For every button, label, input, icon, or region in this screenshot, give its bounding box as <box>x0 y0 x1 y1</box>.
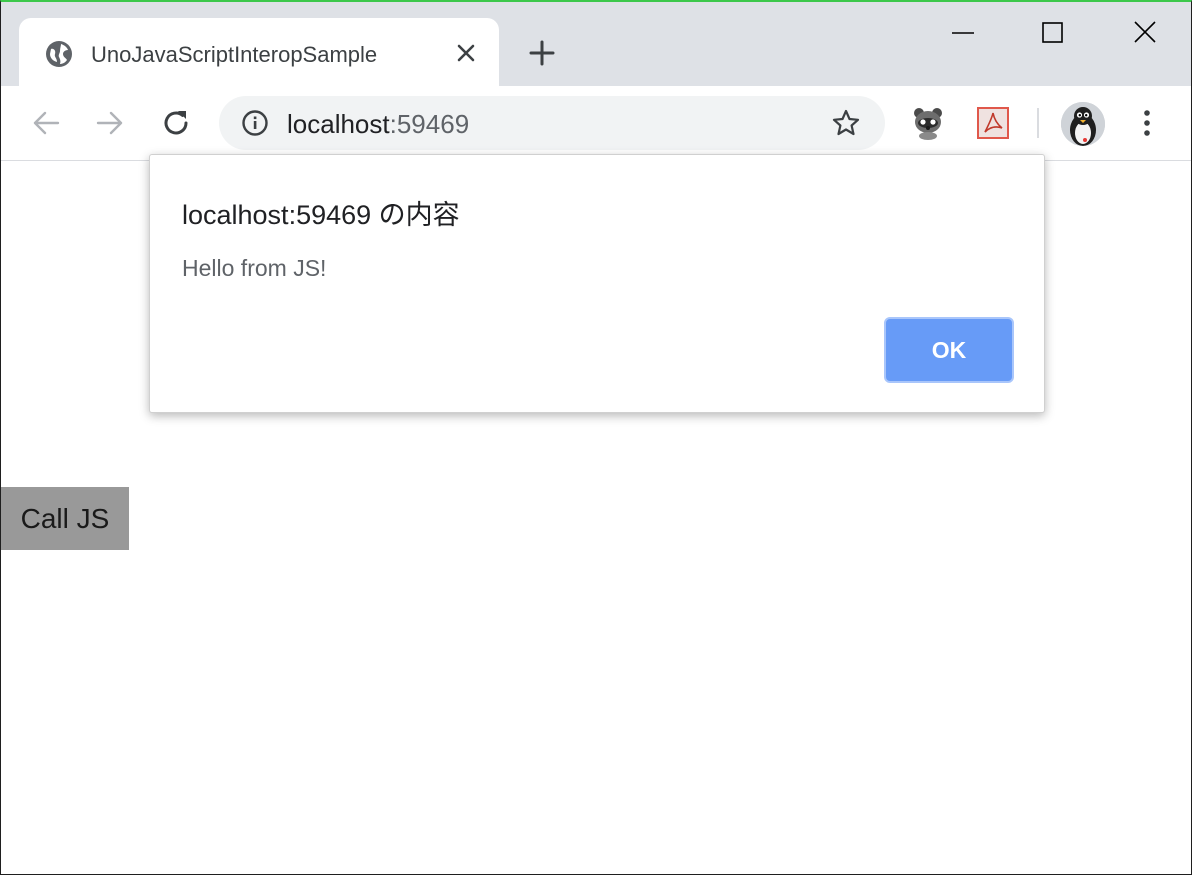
alert-dialog: localhost:59469 の内容 Hello from JS! OK <box>149 154 1045 413</box>
address-url[interactable]: localhost:59469 <box>287 109 469 140</box>
dialog-message: Hello from JS! <box>182 255 327 281</box>
globe-icon <box>45 40 73 68</box>
address-bar[interactable]: localhost:59469 <box>219 96 885 150</box>
back-arrow-icon[interactable] <box>31 108 61 138</box>
more-menu-icon[interactable] <box>1135 108 1159 138</box>
toolbar: localhost:59469 <box>1 86 1191 161</box>
new-tab-icon[interactable] <box>527 38 557 68</box>
info-icon[interactable] <box>241 109 269 137</box>
profile-avatar[interactable] <box>1061 102 1105 146</box>
forward-arrow-icon[interactable] <box>95 108 125 138</box>
toolbar-separator <box>1037 108 1039 138</box>
call-js-button[interactable]: Call JS <box>1 487 129 550</box>
ok-button[interactable]: OK <box>884 317 1014 383</box>
browser-window: UnoJavaScriptInteropSample localhost:594… <box>0 0 1192 875</box>
minimize-icon[interactable] <box>943 16 983 52</box>
dialog-title: localhost:59469 の内容 <box>182 200 460 230</box>
reload-icon[interactable] <box>161 108 191 138</box>
star-icon[interactable] <box>831 108 861 138</box>
pdf-extension-icon[interactable] <box>976 106 1010 140</box>
tab-close-icon[interactable] <box>455 42 477 64</box>
tab-title: UnoJavaScriptInteropSample <box>91 42 378 67</box>
address-port: :59469 <box>389 109 470 139</box>
raccoon-extension-icon[interactable] <box>911 106 945 140</box>
tab-active[interactable]: UnoJavaScriptInteropSample <box>19 18 499 86</box>
maximize-icon[interactable] <box>1033 16 1073 52</box>
address-host: localhost <box>287 109 390 139</box>
tab-strip: UnoJavaScriptInteropSample <box>1 2 1191 86</box>
close-icon[interactable] <box>1125 16 1165 52</box>
